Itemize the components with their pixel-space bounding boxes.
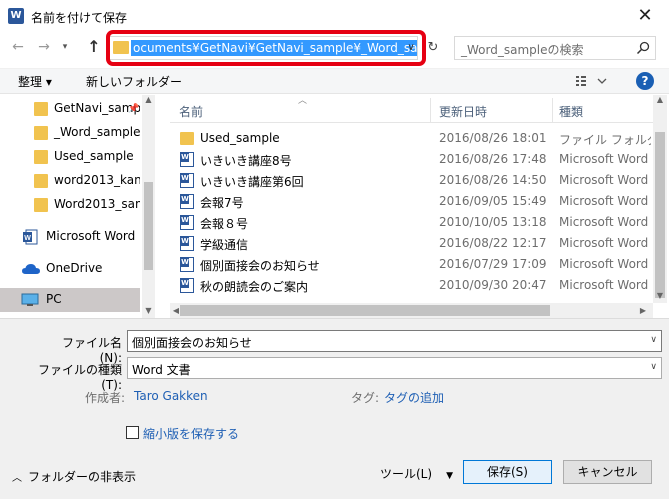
view-options-icon[interactable] [574,72,608,90]
folder-icon [180,132,194,145]
word-doc-icon [180,194,194,209]
window-title: 名前を付けて保存 [31,11,128,25]
word-doc-icon [180,152,194,167]
nav-item-word-sample[interactable]: _Word_sample [0,121,140,145]
scroll-down-icon[interactable]: ▼ [653,291,667,303]
file-list-vscroll-thumb[interactable] [655,132,665,298]
nav-item-word2013-samp[interactable]: Word2013_samp [0,193,140,217]
folder-icon [34,126,48,140]
file-row[interactable]: 個別面接会のお知らせ 2016/07/29 17:09 Microsoft Wo… [170,254,653,275]
folder-icon [34,102,48,116]
refresh-icon[interactable]: ↻ [424,38,442,58]
column-header-date[interactable]: 更新日時 [439,103,487,120]
cloud-icon [22,264,40,274]
file-row[interactable]: 秋の朗読会のご案内 2010/09/30 20:47 Microsoft Wor… [170,275,653,296]
nav-item-used-sample[interactable]: Used_sample [0,145,140,169]
word-doc-icon [180,215,194,230]
word-doc-icon [180,257,194,272]
filename-input[interactable]: 個別面接会のお知らせ ∨ [127,330,662,352]
file-row[interactable]: いきいき講座第6回 2016/08/26 14:50 Microsoft Wor… [170,170,653,191]
folder-icon [34,150,48,164]
close-button[interactable]: ✕ [625,2,665,30]
column-separator[interactable] [552,98,553,122]
help-icon[interactable]: ? [636,72,654,90]
scroll-right-icon[interactable]: ▶ [637,303,649,318]
chevron-down-icon[interactable]: ▾ [58,37,72,57]
hide-folders-toggle[interactable]: ︿ フォルダーの非表示 [12,468,136,485]
chevron-up-icon: ︿ [12,473,22,484]
filetype-value: Word 文書 [132,363,191,377]
column-header-type[interactable]: 種類 [559,103,583,120]
word-doc-icon: W [23,229,38,245]
search-input[interactable]: _Word_sampleの検索 [454,36,656,60]
author-value[interactable]: Taro Gakken [134,389,208,403]
organize-button[interactable]: 整理 ▾ [18,73,52,90]
nav-item-getnavi-sample[interactable]: GetNavi_samp [0,97,140,121]
nav-item-onedrive[interactable]: OneDrive [0,257,140,281]
cancel-button[interactable]: キャンセル [563,460,652,484]
column-separator[interactable] [430,98,431,122]
file-row[interactable]: 会報８号 2010/10/05 13:18 Microsoft Word ... [170,212,653,233]
highlight-annotation [106,30,426,66]
computer-icon [21,293,39,306]
scroll-down-icon[interactable]: ▼ [142,306,155,318]
word-app-icon: W [8,8,24,24]
scroll-up-icon[interactable]: ▲ [653,95,667,107]
column-header-name[interactable]: 名前 [179,103,203,120]
folder-icon [34,198,48,212]
tools-button[interactable]: ツール(L) ▼ [380,465,453,482]
chevron-down-icon[interactable]: ∨ [650,335,657,345]
filetype-select[interactable]: Word 文書 ∨ [127,357,662,379]
word-doc-icon [180,236,194,251]
chevron-down-icon[interactable]: ∨ [650,362,657,372]
caret-down-icon: ▼ [446,471,453,481]
search-placeholder: _Word_sampleの検索 [461,43,584,57]
up-arrow-icon[interactable]: ↑ [84,37,104,57]
scroll-left-icon[interactable]: ◀ [170,303,182,318]
new-folder-button[interactable]: 新しいフォルダー [86,73,182,90]
back-arrow-icon[interactable]: ← [8,37,28,57]
nav-item-word2013-kanm[interactable]: word2013_kanm [0,169,140,193]
nav-item-microsoft-word[interactable]: W Microsoft Word [0,225,140,249]
scroll-up-icon[interactable]: ▲ [142,95,155,107]
save-button[interactable]: 保存(S) [463,460,552,484]
navigation-pane: GetNavi_samp _Word_sample Used_sample wo… [0,95,155,318]
save-thumbnail-checkbox[interactable] [126,426,139,439]
word-doc-icon [180,173,194,188]
word-doc-icon [180,278,194,293]
pin-icon: 📌 [128,104,140,114]
author-label: 作成者: [85,391,126,405]
file-list-hscroll-thumb[interactable] [180,305,550,316]
svg-text:W: W [24,235,31,242]
folder-icon [34,174,48,188]
tags-value[interactable]: タグの追加 [384,389,444,406]
filename-value: 個別面接会のお知らせ [132,336,252,350]
nav-scrollbar-thumb[interactable] [144,182,153,270]
filetype-label: ファイルの種類(T): [37,363,122,392]
save-thumbnail-label[interactable]: 縮小版を保存する [143,425,239,442]
file-row[interactable]: Used_sample 2016/08/26 18:01 ファイル フォルダー [170,128,653,149]
nav-item-pc[interactable]: PC [0,288,140,312]
search-icon [636,41,650,55]
file-row[interactable]: いきいき講座8号 2016/08/26 17:48 Microsoft Word… [170,149,653,170]
file-row[interactable]: 学級通信 2016/08/22 12:17 Microsoft Word ... [170,233,653,254]
forward-arrow-icon[interactable]: → [34,37,54,57]
file-row[interactable]: 会報7号 2016/09/05 15:49 Microsoft Word ... [170,191,653,212]
tags-label: タグ: [351,391,380,405]
sort-up-icon: ︿ [298,96,308,106]
